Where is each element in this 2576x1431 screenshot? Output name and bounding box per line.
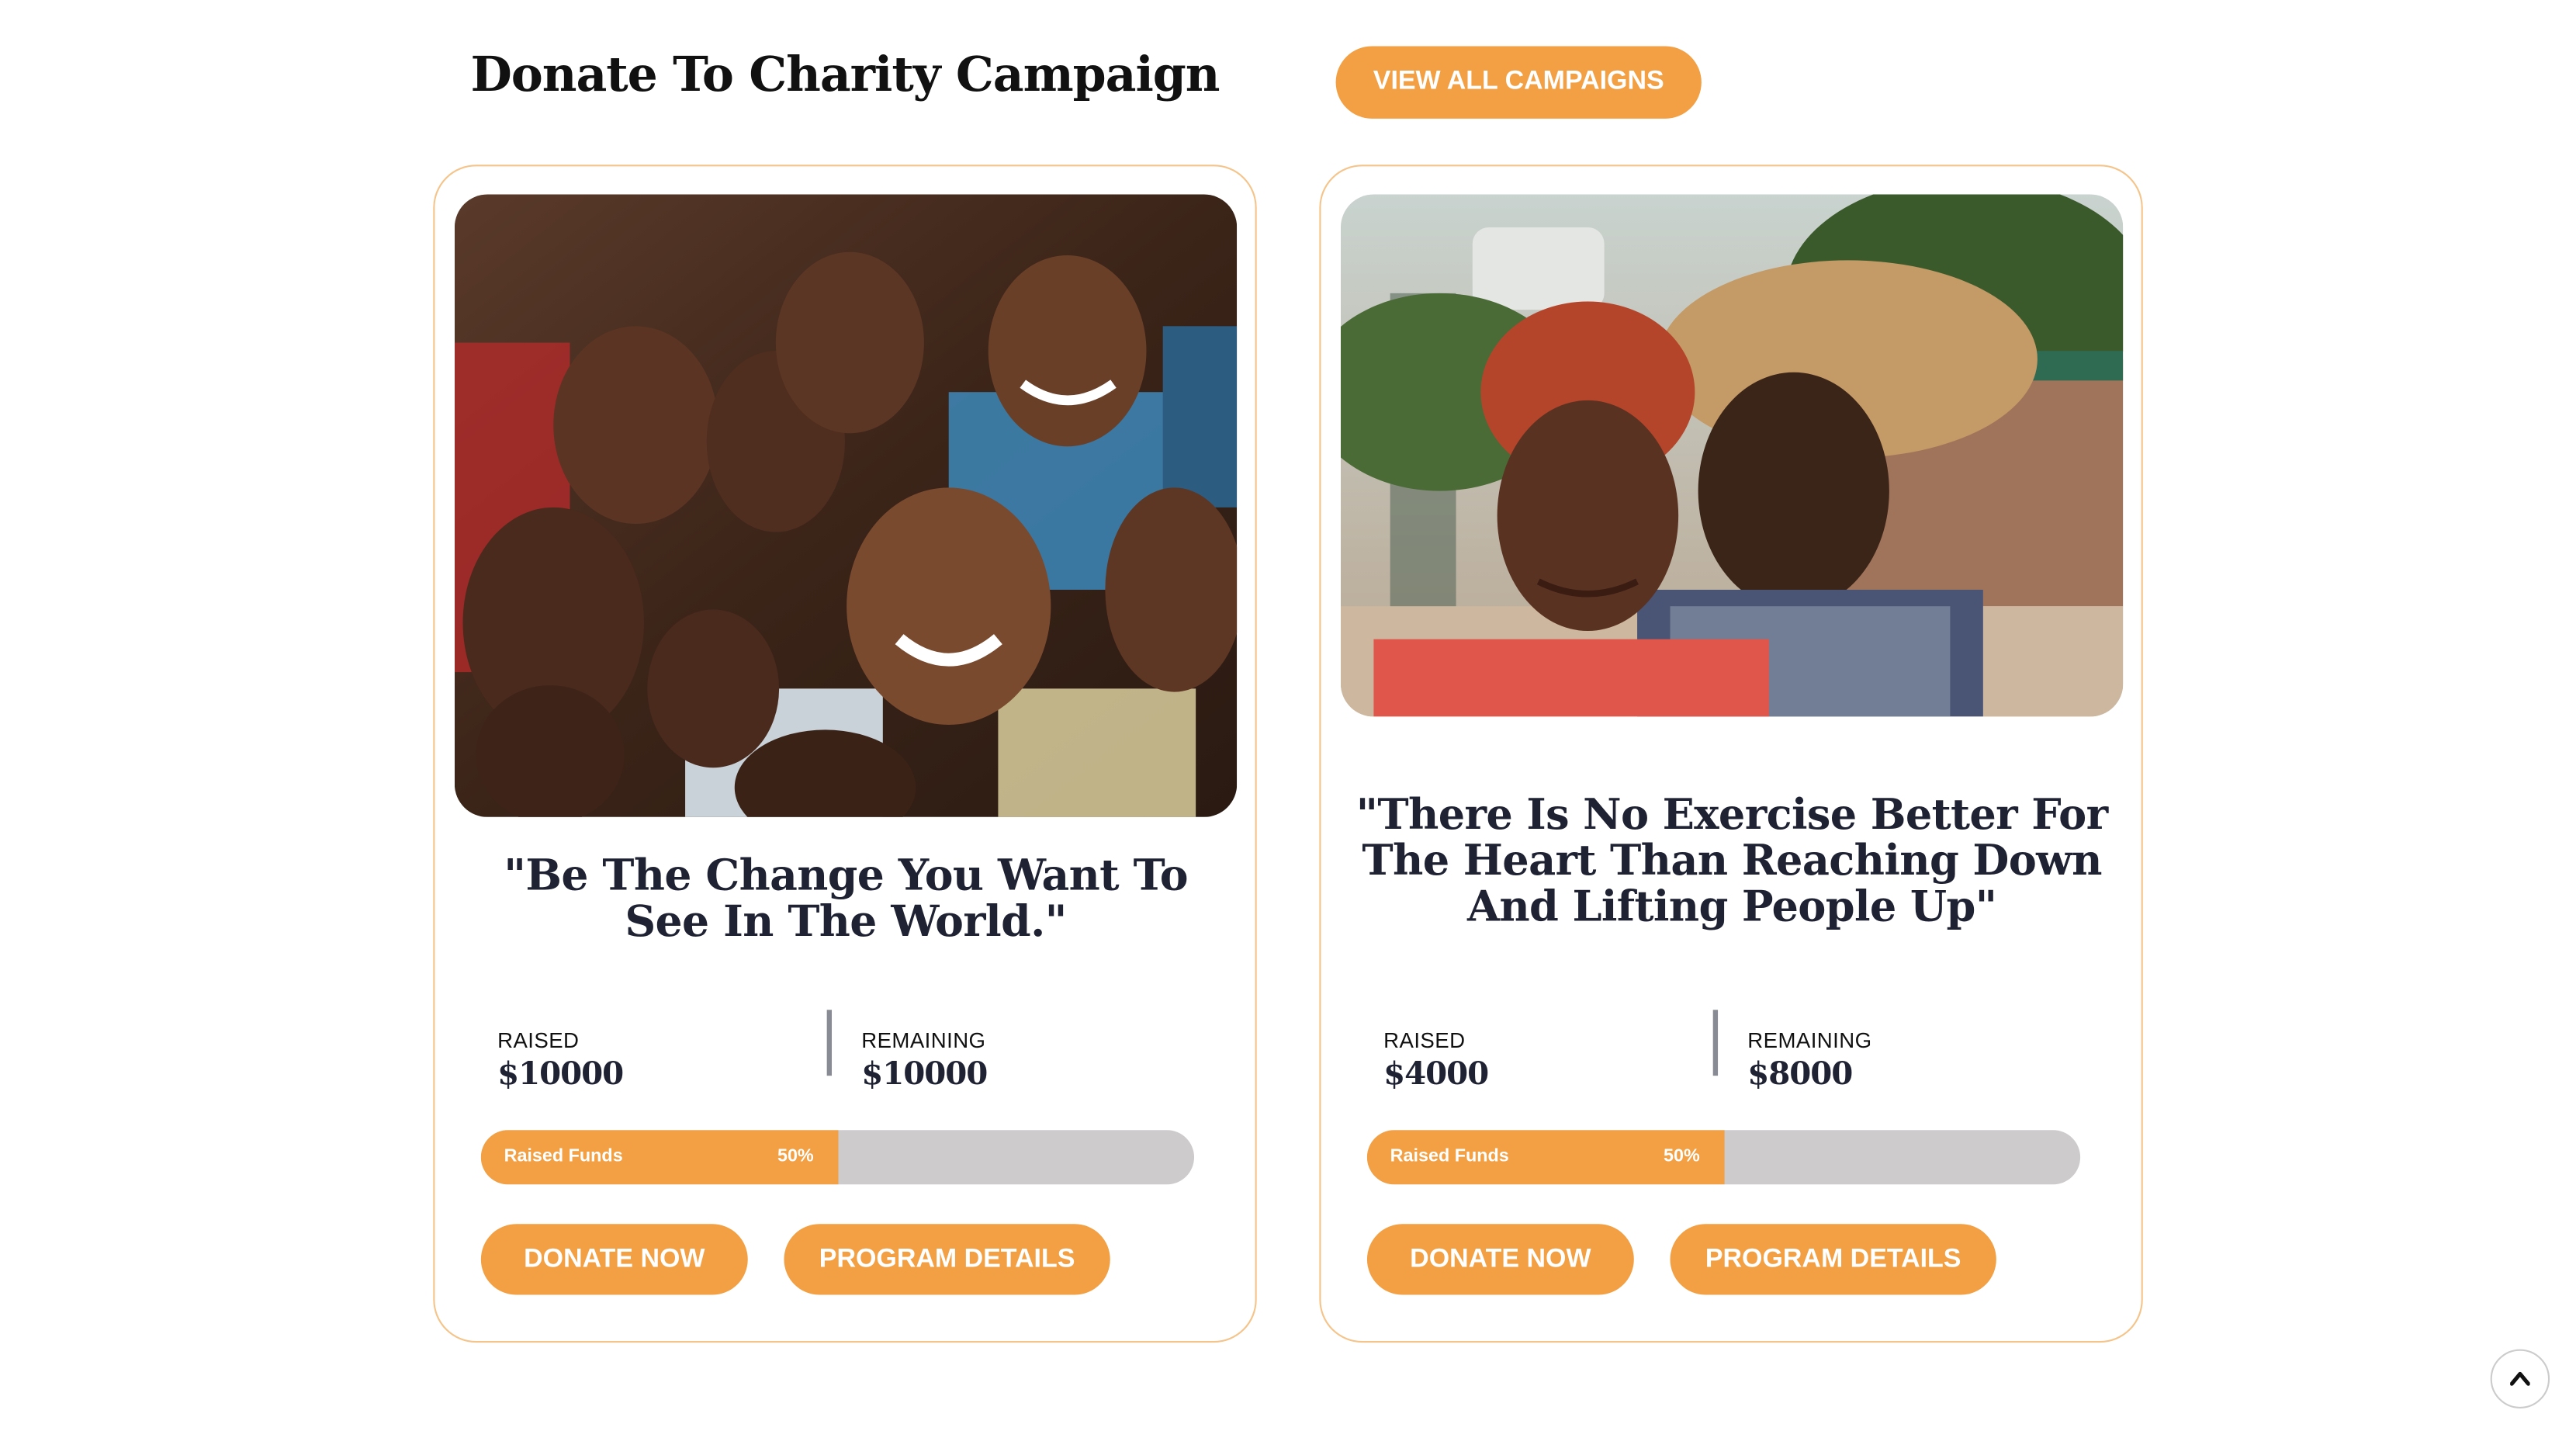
progress-label: Raised Funds: [1390, 1146, 1509, 1166]
raised-stat: RAISED $4000: [1383, 1027, 1489, 1093]
campaign-card: "There Is No Exercise Better For The Hea…: [1319, 165, 2143, 1343]
remaining-label: REMAINING: [861, 1027, 986, 1053]
section-title: Donate To Charity Campaign: [470, 46, 1220, 102]
program-details-button[interactable]: PROGRAM DETAILS: [1670, 1224, 1996, 1295]
raised-funds-progress-bar: Raised Funds 50%: [480, 1130, 1195, 1185]
stat-divider: [1712, 1010, 1719, 1076]
view-all-campaigns-button[interactable]: VIEW ALL CAMPAIGNS: [1335, 46, 1702, 119]
donate-now-button[interactable]: DONATE NOW: [480, 1224, 748, 1295]
chevron-up-icon: [2510, 1371, 2530, 1386]
stat-divider: [826, 1010, 833, 1076]
program-details-button[interactable]: PROGRAM DETAILS: [784, 1224, 1110, 1295]
page: Donate To Charity Campaign VIEW ALL CAMP…: [0, 0, 2576, 1431]
raised-value: $10000: [497, 1055, 624, 1093]
scroll-to-top-button[interactable]: [2490, 1349, 2550, 1408]
raised-value: $4000: [1383, 1055, 1489, 1093]
remaining-stat: REMAINING $8000: [1747, 1028, 1871, 1093]
raised-label: RAISED: [1383, 1027, 1466, 1053]
remaining-value: $8000: [1747, 1055, 1853, 1093]
raised-label: RAISED: [497, 1027, 580, 1053]
donate-now-button[interactable]: DONATE NOW: [1366, 1224, 1634, 1295]
campaign-image-children-group: [454, 194, 1238, 817]
campaign-card: "Be The Change You Want To See In The Wo…: [433, 165, 1257, 1343]
remaining-stat: REMAINING $10000: [861, 1027, 988, 1093]
progress-label: Raised Funds: [504, 1146, 623, 1166]
remaining-value: $10000: [861, 1055, 988, 1093]
raised-funds-progress-bar: Raised Funds 50%: [1366, 1130, 2081, 1185]
campaign-quote: "Be The Change You Want To See In The Wo…: [504, 851, 1188, 948]
remaining-label: REMAINING: [1747, 1027, 1872, 1053]
progress-percent: 50%: [777, 1146, 814, 1166]
raised-stat: RAISED $10000: [497, 1027, 624, 1093]
progress-percent: 50%: [1664, 1146, 1700, 1166]
campaign-image-two-children: [1340, 194, 2124, 717]
campaign-quote: "There Is No Exercise Better For The Hea…: [1356, 790, 2108, 933]
